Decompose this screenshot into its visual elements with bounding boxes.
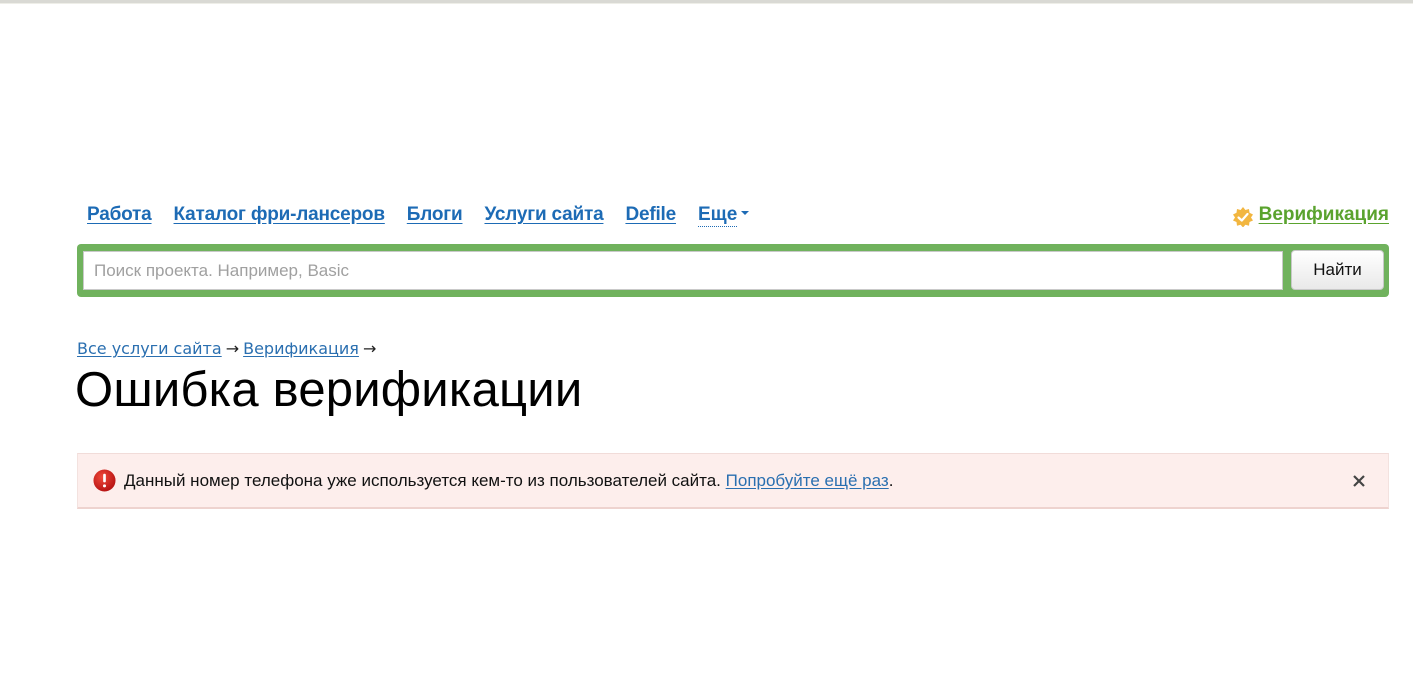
nav-more-dropdown[interactable]: Еще <box>698 205 750 227</box>
nav-item-defile[interactable]: Defile <box>625 204 676 226</box>
main-nav: Работа Каталог фри-лансеров Блоги Услуги… <box>87 204 750 227</box>
error-alert: Данный номер телефона уже используется к… <box>77 453 1389 509</box>
nav-item-site-services[interactable]: Услуги сайта <box>484 204 603 226</box>
verification-link[interactable]: Верификация <box>1259 204 1389 226</box>
page-title: Ошибка верификации <box>75 363 583 417</box>
error-message: Данный номер телефона уже используется к… <box>124 471 893 491</box>
error-icon <box>93 469 116 492</box>
try-again-link[interactable]: Попробуйте ещё раз <box>726 471 889 490</box>
nav-item-blogs[interactable]: Блоги <box>407 204 463 226</box>
verified-badge-icon <box>1232 207 1253 227</box>
nav-item-freelancers-catalog[interactable]: Каталог фри-лансеров <box>174 204 385 226</box>
error-message-text: Данный номер телефона уже используется к… <box>124 470 721 490</box>
caret-down-icon <box>741 210 750 215</box>
close-icon[interactable] <box>1350 472 1368 490</box>
nav-item-work[interactable]: Работа <box>87 204 152 226</box>
browser-top-border <box>0 0 1413 4</box>
search-button[interactable]: Найти <box>1291 250 1384 290</box>
breadcrumb-separator: → <box>362 339 377 358</box>
breadcrumb-separator: → <box>225 339 240 358</box>
breadcrumb-all-services[interactable]: Все услуги сайта <box>77 339 222 358</box>
verification-nav: Верификация <box>1232 204 1389 227</box>
breadcrumb: Все услуги сайта → Верификация → <box>77 339 380 358</box>
search-bar: Найти <box>77 244 1389 297</box>
nav-more-label[interactable]: Еще <box>698 205 738 227</box>
search-input[interactable] <box>83 251 1283 290</box>
error-message-period: . <box>888 470 894 490</box>
breadcrumb-verification[interactable]: Верификация <box>243 339 359 358</box>
